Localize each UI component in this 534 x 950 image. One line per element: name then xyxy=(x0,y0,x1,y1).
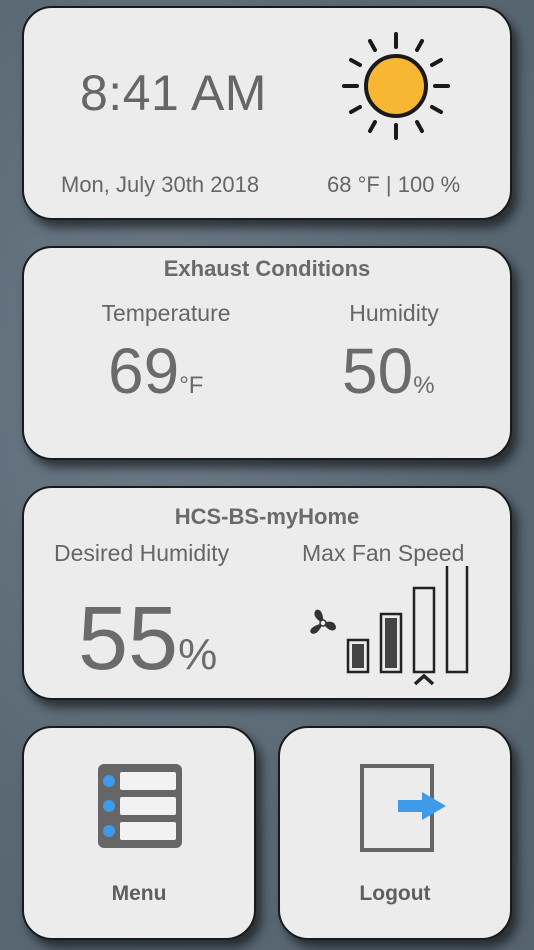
temperature-unit: °F xyxy=(179,372,204,399)
sun-icon xyxy=(340,30,452,142)
selected-speed-caret-icon xyxy=(413,673,435,686)
fan-speed-level-1-fill xyxy=(352,644,364,668)
exhaust-conditions-title: Exhaust Conditions xyxy=(163,256,371,281)
fan-speed-bars[interactable] xyxy=(344,560,474,688)
logout-label: Logout xyxy=(359,882,431,905)
exhaust-humidity-value: 50% xyxy=(342,334,435,408)
outdoor-weather-readout: 68 °F | 100 % xyxy=(327,172,461,197)
exhaust-humidity-number: 50 xyxy=(342,335,414,407)
fan-speed-level-4[interactable] xyxy=(445,560,469,674)
controller-card[interactable]: HCS-BS-myHome Desired Humidity 55% Max F… xyxy=(22,486,512,700)
controller-name: HCS-BS-myHome xyxy=(174,504,360,529)
humidity-unit: % xyxy=(413,372,435,399)
desired-humidity-label: Desired Humidity xyxy=(54,540,230,566)
current-date: Mon, July 30th 2018 xyxy=(61,172,260,197)
desired-humidity-value[interactable]: 55% xyxy=(78,588,217,691)
max-fan-speed-label: Max Fan Speed xyxy=(302,540,465,566)
desired-humidity-unit: % xyxy=(178,630,218,679)
exhaust-conditions-card: Exhaust Conditions Temperature 69°F Humi… xyxy=(22,246,512,460)
exhaust-temperature-number: 69 xyxy=(108,335,180,407)
desired-humidity-number: 55 xyxy=(78,589,179,689)
list-menu-icon xyxy=(96,762,184,852)
current-time: 8:41 AM xyxy=(80,65,267,121)
exhaust-temperature-value: 69°F xyxy=(108,334,203,408)
logout-button[interactable]: Logout xyxy=(278,726,512,940)
menu-label: Menu xyxy=(111,882,167,905)
clock-weather-card: 8:41 AM Mon, July 30th 2018 68 °F | 100 … xyxy=(22,6,512,220)
logout-door-icon xyxy=(358,764,450,854)
temperature-label: Temperature xyxy=(101,300,231,326)
humidity-label: Humidity xyxy=(349,300,439,326)
menu-button[interactable]: Menu xyxy=(22,726,256,940)
fan-speed-selector[interactable] xyxy=(344,560,474,686)
fan-speed-level-3[interactable] xyxy=(412,586,436,674)
fan-speed-level-2-fill xyxy=(385,618,397,668)
fan-icon xyxy=(306,606,340,640)
